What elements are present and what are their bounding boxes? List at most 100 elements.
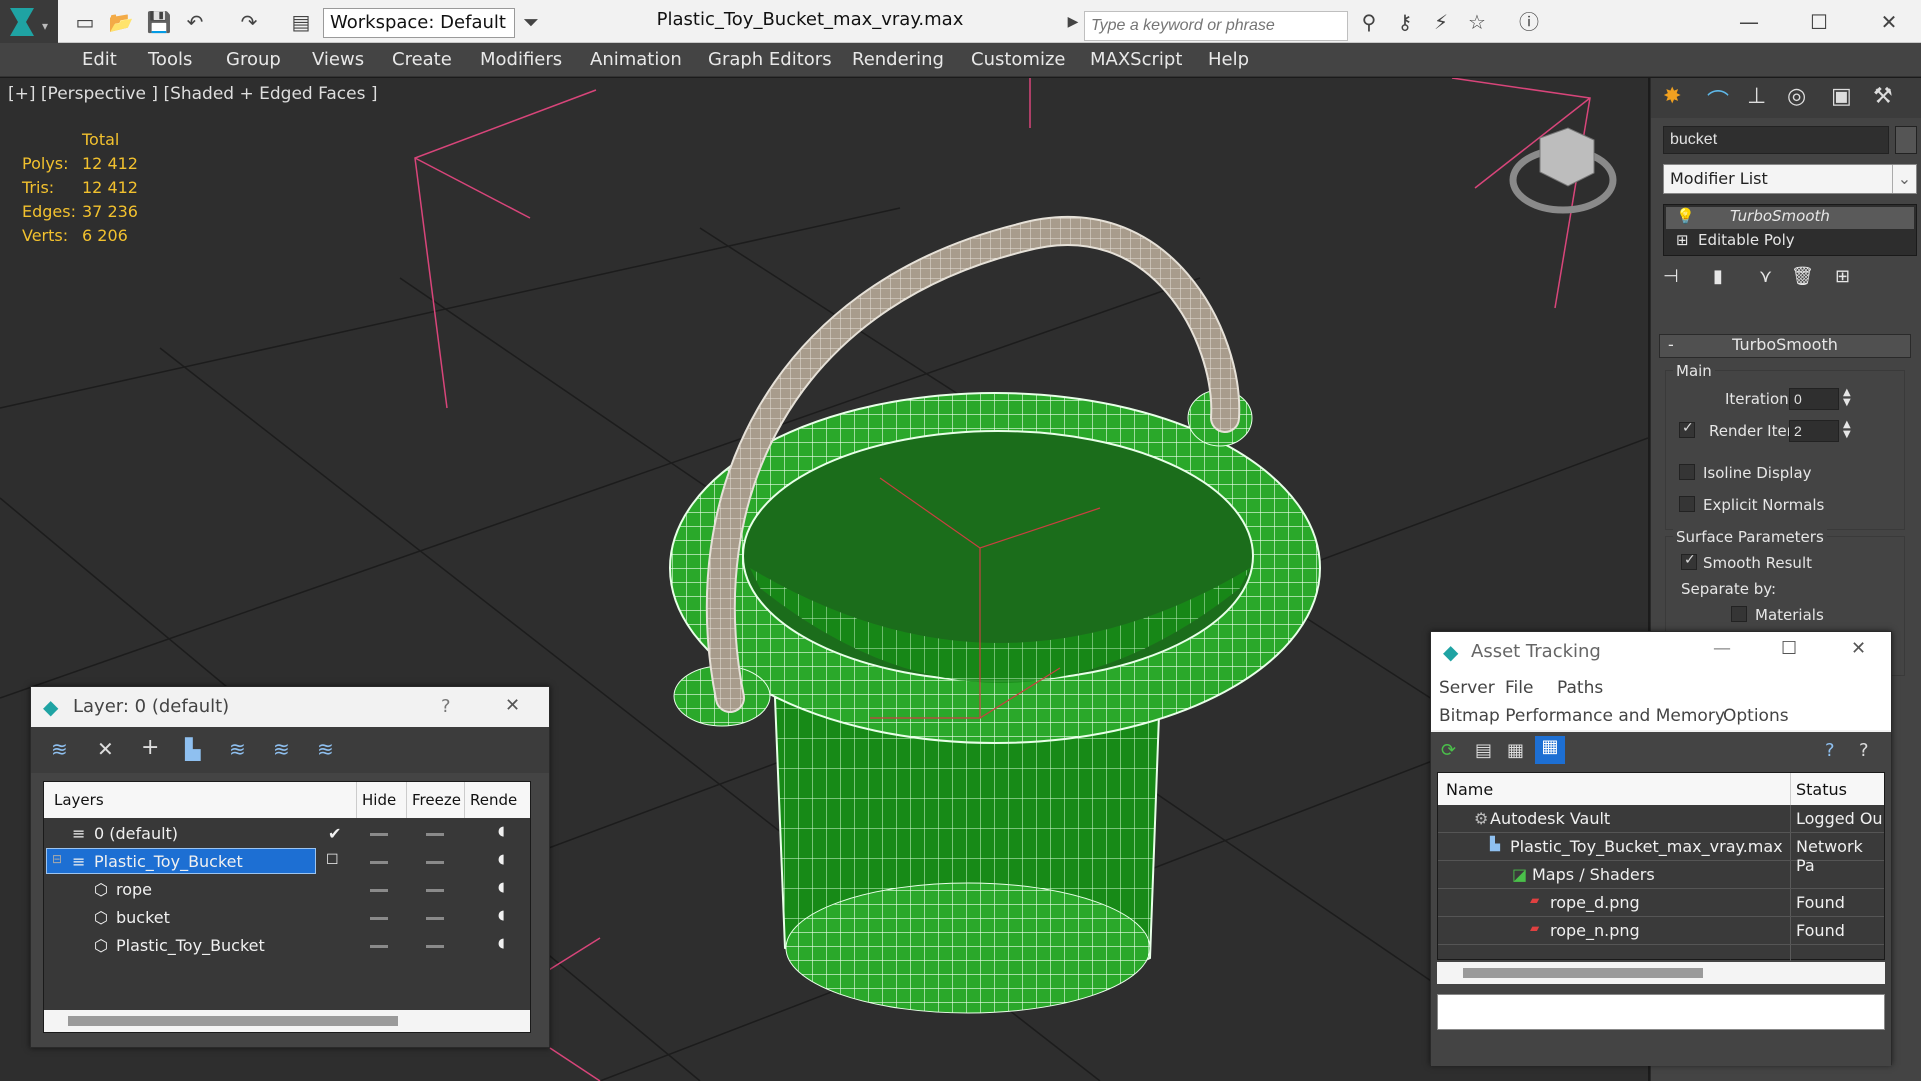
rollout-header[interactable]: - TurboSmooth — [1659, 334, 1911, 358]
render-teapot-icon[interactable]: ◖ — [498, 824, 505, 839]
render-iters-checkbox[interactable] — [1679, 420, 1695, 438]
column-render[interactable]: Rende — [470, 791, 517, 809]
close-button[interactable]: ✕ — [1876, 9, 1902, 35]
workspace-select[interactable]: Workspace: Default — [323, 8, 515, 38]
column-layers[interactable]: Layers — [54, 791, 104, 809]
render-iters-spinner[interactable] — [1789, 420, 1839, 442]
asset-row[interactable]: ◪ Maps / Shaders — [1438, 861, 1884, 889]
list-view-icon[interactable]: ▤ — [1475, 740, 1492, 761]
menu-views[interactable]: Views — [312, 49, 364, 70]
collapse-icon[interactable]: ⊟ — [52, 852, 62, 866]
layer-window-titlebar[interactable]: ◆ Layer: 0 (default) ? ✕ — [31, 687, 549, 727]
asset-row[interactable]: ▙ Plastic_Toy_Bucket_max_vray.max Networ… — [1438, 833, 1884, 875]
render-teapot-icon[interactable]: ◖ — [498, 908, 505, 923]
close-button[interactable]: ✕ — [505, 695, 520, 716]
modifier-list-dropdown[interactable]: Modifier List ⌄ — [1663, 164, 1917, 194]
favorites-star-icon[interactable]: ☆ — [1464, 9, 1490, 35]
redo-icon[interactable]: ↷ — [236, 9, 262, 35]
binoculars-icon[interactable]: ⚲ — [1356, 9, 1382, 35]
motion-tab-icon[interactable]: ◎ — [1787, 84, 1806, 109]
app-logo-icon[interactable]: ▾ — [0, 0, 58, 43]
table-view-icon[interactable]: ▦ — [1535, 736, 1565, 764]
layer-row[interactable]: ⊟ ≡ Plastic_Toy_Bucket ☐ ◖ — [44, 848, 530, 876]
column-freeze[interactable]: Freeze — [412, 791, 461, 809]
delete-layer-icon[interactable]: ✕ — [97, 737, 114, 761]
asset-row[interactable]: ▰ rope_d.png Found — [1438, 889, 1884, 917]
layer-row[interactable]: ⬡ rope ◖ — [44, 876, 530, 904]
undo-icon[interactable]: ↶ — [182, 9, 208, 35]
hierarchy-tab-icon[interactable]: ⊥ — [1747, 84, 1766, 109]
highlight-layer-icon[interactable]: ≋ — [273, 737, 290, 761]
hide-freeze-icon[interactable]: ≋ — [317, 737, 334, 761]
asset-row[interactable]: ▰ rope_n.png Found — [1438, 917, 1884, 945]
column-name[interactable]: Name — [1446, 780, 1493, 799]
asset-window-titlebar[interactable]: ◆ Asset Tracking — ☐ ✕ — [1431, 632, 1891, 672]
thumbnail-view-icon[interactable]: ▦ — [1507, 740, 1524, 761]
render-iters-arrows[interactable]: ▲ ▼ — [1843, 420, 1851, 440]
save-icon[interactable]: 💾 — [146, 9, 172, 35]
expand-icon[interactable]: ⊞ — [1676, 231, 1689, 249]
menu-create[interactable]: Create — [392, 49, 452, 70]
column-hide[interactable]: Hide — [362, 791, 396, 809]
maximize-button[interactable]: ☐ — [1781, 638, 1797, 659]
explicit-normals-checkbox[interactable] — [1679, 496, 1695, 512]
menu-help[interactable]: Help — [1208, 49, 1249, 70]
help-button[interactable]: ? — [441, 696, 451, 717]
select-in-layer-icon[interactable]: ≋ — [229, 737, 246, 761]
toolbar-overflow-icon[interactable]: ⏷ — [518, 9, 544, 35]
minimize-button[interactable]: — — [1736, 9, 1762, 35]
menu-options[interactable]: Options — [1723, 706, 1789, 726]
display-tab-icon[interactable]: ▣ — [1831, 84, 1852, 109]
stack-item-editable-poly[interactable]: ⊞ Editable Poly — [1666, 231, 1914, 253]
menu-animation[interactable]: Animation — [590, 49, 682, 70]
new-layer-icon[interactable]: + — [141, 735, 159, 760]
open-folder-icon[interactable]: 📂 — [108, 9, 134, 35]
signin-icon[interactable]: ⚡ — [1428, 9, 1454, 35]
key-icon[interactable]: ⚷ — [1392, 9, 1418, 35]
menu-customize[interactable]: Customize — [971, 49, 1065, 70]
render-teapot-icon[interactable]: ◖ — [498, 852, 505, 867]
isoline-display-checkbox[interactable] — [1679, 464, 1695, 480]
asset-row[interactable]: ⚙ Autodesk Vault Logged Ou — [1438, 805, 1884, 833]
menu-file[interactable]: File — [1505, 678, 1533, 698]
new-file-icon[interactable]: ▭ — [72, 9, 98, 35]
active-layer-check-icon[interactable]: ✔ — [328, 824, 341, 843]
scrollbar-thumb[interactable] — [68, 1016, 398, 1026]
render-teapot-icon[interactable]: ◖ — [498, 936, 505, 951]
object-color-swatch[interactable] — [1895, 126, 1917, 154]
materials-checkbox[interactable] — [1731, 606, 1747, 622]
layer-row[interactable]: ⬡ bucket ◖ — [44, 904, 530, 932]
menu-rendering[interactable]: Rendering — [852, 49, 944, 70]
menu-paths[interactable]: Paths — [1557, 678, 1603, 698]
menu-modifiers[interactable]: Modifiers — [480, 49, 562, 70]
layer-settings-icon[interactable]: ≋ — [51, 737, 68, 761]
refresh-icon[interactable]: ⟳ — [1441, 740, 1456, 761]
project-folder-icon[interactable]: ▤ — [288, 9, 314, 35]
menu-group[interactable]: Group — [226, 49, 281, 70]
horizontal-scrollbar[interactable] — [1437, 962, 1885, 984]
layer-row[interactable]: ⬡ Plastic_Toy_Bucket ◖ — [44, 932, 530, 960]
menu-tools[interactable]: Tools — [148, 49, 192, 70]
utilities-tab-icon[interactable]: ⚒ — [1873, 84, 1893, 109]
object-name-field[interactable] — [1663, 126, 1889, 154]
help-question-icon[interactable]: ? — [1859, 740, 1869, 761]
menu-graph-editors[interactable]: Graph Editors — [708, 49, 832, 70]
close-button[interactable]: ✕ — [1851, 638, 1866, 659]
search-input[interactable] — [1084, 11, 1348, 41]
rollout-collapse[interactable]: - — [1668, 335, 1674, 354]
horizontal-scrollbar[interactable] — [44, 1010, 530, 1032]
iterations-arrows[interactable]: ▲ ▼ — [1843, 388, 1851, 408]
context-help-icon[interactable]: ? — [1825, 740, 1835, 761]
asset-path-field[interactable] — [1437, 994, 1885, 1030]
menu-server[interactable]: Server — [1439, 678, 1495, 698]
column-status[interactable]: Status — [1796, 780, 1847, 799]
help-icon[interactable]: ⓘ — [1516, 9, 1542, 35]
smooth-result-checkbox[interactable] — [1681, 552, 1697, 570]
menu-edit[interactable]: Edit — [82, 49, 117, 70]
search-expand-icon[interactable]: ▶ — [1060, 9, 1086, 35]
create-tab-icon[interactable]: ✸ — [1663, 84, 1681, 109]
scrollbar-thumb[interactable] — [1463, 968, 1703, 978]
stack-item-turbosmooth[interactable]: 💡 TurboSmooth — [1666, 207, 1914, 229]
bulb-icon[interactable]: 💡 — [1676, 207, 1695, 225]
maximize-button[interactable]: ☐ — [1806, 9, 1832, 35]
